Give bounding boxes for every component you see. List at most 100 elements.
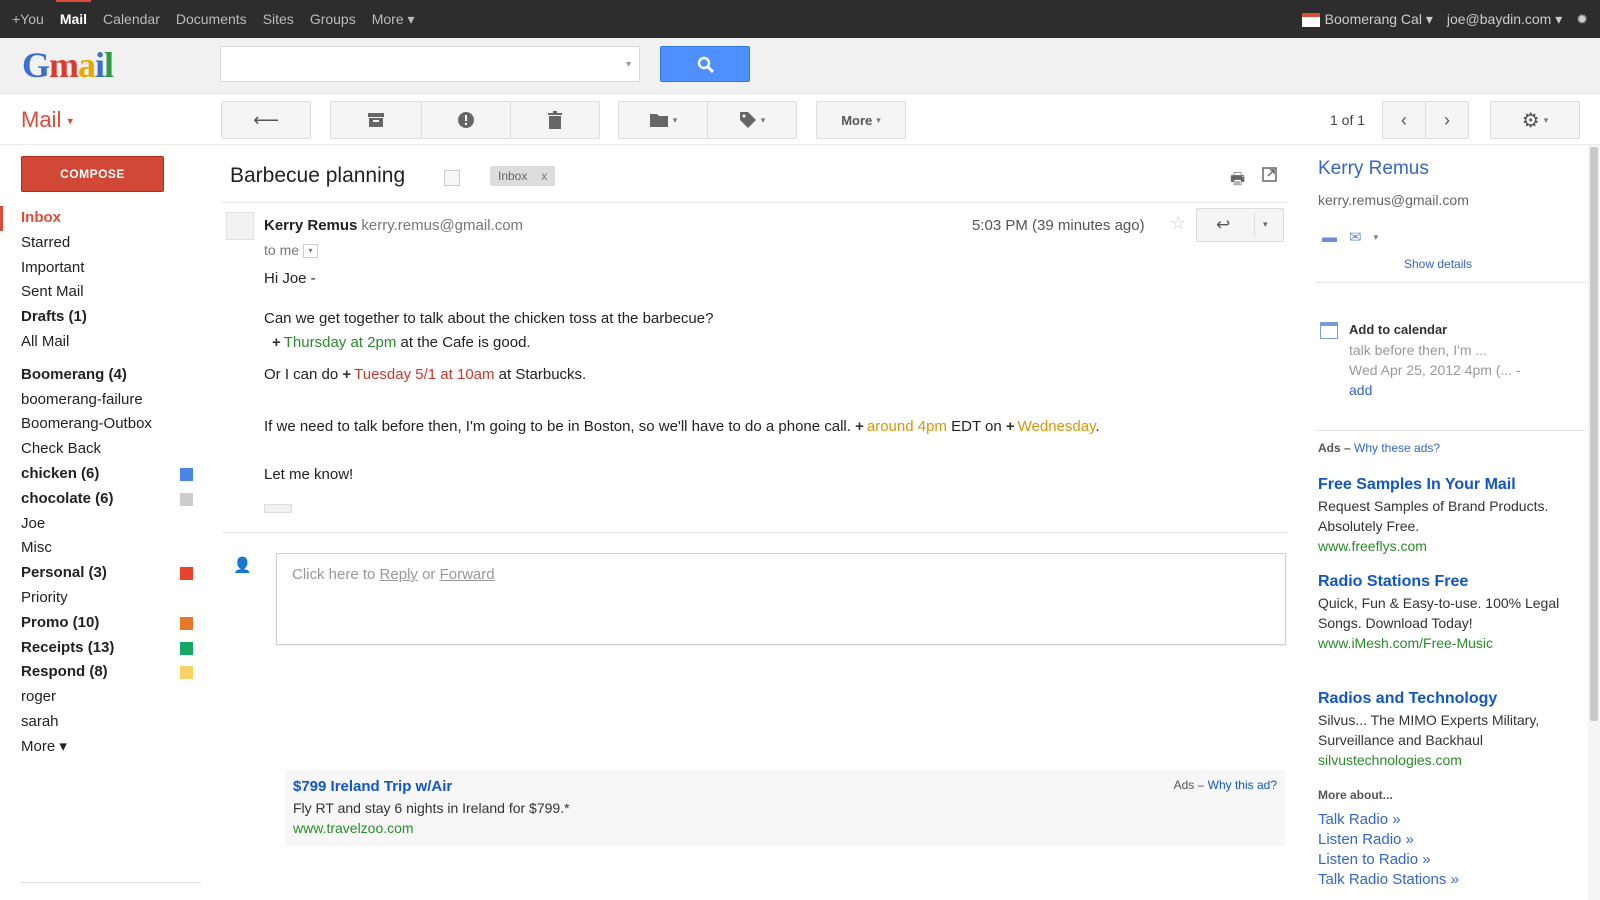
nav-calendar[interactable]: Calendar bbox=[103, 11, 160, 27]
account-menu[interactable]: joe@baydin.com ▾ bbox=[1447, 11, 1562, 28]
label-color-swatch[interactable] bbox=[180, 641, 193, 655]
label-color-swatch[interactable] bbox=[180, 666, 193, 680]
chat-icon[interactable]: ▬ bbox=[1322, 229, 1337, 246]
add-event-icon[interactable]: + bbox=[272, 334, 281, 351]
nav-sites[interactable]: Sites bbox=[263, 11, 294, 27]
labels-button[interactable]: ▾ bbox=[707, 101, 797, 139]
sidebar-item[interactable]: boomerang-failure bbox=[0, 388, 205, 413]
label-color-swatch[interactable] bbox=[180, 492, 193, 506]
related-link[interactable]: Talk Radio » bbox=[1318, 811, 1401, 828]
delete-button[interactable] bbox=[510, 101, 600, 139]
mail-switcher[interactable]: Mail ▾ bbox=[21, 107, 73, 133]
important-marker[interactable] bbox=[444, 170, 460, 186]
sidebar-item[interactable]: Misc bbox=[0, 536, 205, 561]
sidebar-item[interactable]: Starred bbox=[0, 231, 205, 256]
scrollbar-thumb[interactable] bbox=[1590, 147, 1598, 721]
ad-url[interactable]: www.iMesh.com/Free-Music bbox=[1318, 633, 1588, 653]
ad-url[interactable]: www.travelzoo.com bbox=[293, 820, 414, 836]
add-event-icon[interactable]: + bbox=[1006, 418, 1015, 435]
label-color-swatch[interactable] bbox=[180, 567, 193, 581]
chevron-down-icon[interactable]: ▾ bbox=[1374, 232, 1379, 243]
add-event-icon[interactable]: + bbox=[342, 366, 351, 383]
ad-title[interactable]: Radio Stations Free bbox=[1318, 573, 1588, 591]
boomerang-calendar-menu[interactable]: Boomerang Cal ▾ bbox=[1301, 11, 1433, 28]
search-options-icon[interactable]: ▾ bbox=[626, 59, 631, 70]
contact-name[interactable]: Kerry Remus bbox=[1318, 158, 1429, 180]
reply-box[interactable]: Click here to Reply or Forward bbox=[276, 553, 1286, 645]
related-link[interactable]: Talk Radio Stations » bbox=[1318, 871, 1459, 888]
more-actions-button[interactable]: More ▾ bbox=[816, 101, 906, 139]
new-window-icon[interactable] bbox=[1262, 167, 1277, 185]
ad-title[interactable]: Free Samples In Your Mail bbox=[1318, 476, 1588, 494]
forward-link[interactable]: Forward bbox=[440, 566, 495, 583]
ad-title[interactable]: $799 Ireland Trip w/Air bbox=[293, 778, 452, 795]
back-button[interactable]: ⟵ bbox=[221, 101, 311, 139]
reply-button[interactable]: ↩ ▾ bbox=[1196, 208, 1284, 242]
sidebar-item[interactable]: chocolate (6) bbox=[0, 487, 205, 512]
sidebar-item[interactable]: Drafts (1) bbox=[0, 305, 205, 330]
related-link[interactable]: Listen Radio » bbox=[1318, 831, 1414, 848]
sidebar-item[interactable]: Boomerang-Outbox bbox=[0, 412, 205, 437]
sidebar-item[interactable]: Joe bbox=[0, 512, 205, 537]
message-divider bbox=[222, 532, 1287, 533]
sidebar-item[interactable]: All Mail bbox=[0, 330, 205, 355]
show-details-dropdown[interactable]: ▾ bbox=[303, 244, 319, 259]
add-event-icon[interactable]: + bbox=[855, 418, 864, 435]
settings-button[interactable]: ⚙ ▾ bbox=[1490, 101, 1580, 139]
email-icon[interactable]: ✉ bbox=[1349, 228, 1362, 246]
move-to-button[interactable]: ▾ bbox=[618, 101, 708, 139]
gear-icon[interactable]: ✹ bbox=[1576, 11, 1588, 28]
sender-name[interactable]: Kerry Remus bbox=[264, 217, 357, 234]
sidebar-item[interactable]: Boomerang (4) bbox=[0, 363, 205, 388]
sidebar-item[interactable]: Priority bbox=[0, 586, 205, 611]
nav-documents[interactable]: Documents bbox=[176, 11, 247, 27]
search-button[interactable] bbox=[660, 46, 750, 82]
why-these-ads-link[interactable]: Why these ads? bbox=[1354, 441, 1440, 455]
newer-button[interactable]: ‹ bbox=[1382, 101, 1426, 139]
detected-day[interactable]: Wednesday bbox=[1018, 418, 1096, 435]
ad-title[interactable]: Radios and Technology bbox=[1318, 690, 1588, 708]
sidebar-item[interactable]: More ▾ bbox=[0, 735, 205, 760]
related-link[interactable]: Listen to Radio » bbox=[1318, 851, 1431, 868]
print-icon[interactable]: 🖶 bbox=[1230, 168, 1245, 195]
sidebar-item[interactable]: Sent Mail bbox=[0, 280, 205, 305]
sidebar-item[interactable]: Promo (10) bbox=[0, 611, 205, 636]
inbox-label-chip: Inbox x bbox=[490, 166, 556, 186]
show-trimmed-content-button[interactable] bbox=[264, 504, 292, 513]
gmail-logo[interactable]: Gmail bbox=[22, 44, 114, 86]
label-color-swatch[interactable] bbox=[180, 467, 193, 481]
ad-url[interactable]: www.freeflys.com bbox=[1318, 536, 1588, 556]
sidebar-item[interactable]: Inbox bbox=[0, 206, 205, 231]
nav-mail[interactable]: Mail bbox=[55, 0, 92, 27]
sidebar-item[interactable]: Personal (3) bbox=[0, 561, 205, 586]
older-button[interactable]: › bbox=[1425, 101, 1469, 139]
sidebar-item[interactable]: sarah bbox=[0, 710, 205, 735]
add-event-link[interactable]: add bbox=[1349, 382, 1372, 398]
nav-you[interactable]: +You bbox=[12, 11, 44, 27]
search-input[interactable] bbox=[221, 47, 639, 81]
star-icon[interactable]: ☆ bbox=[1170, 213, 1186, 234]
sidebar-item[interactable]: chicken (6) bbox=[0, 462, 205, 487]
nav-more[interactable]: More ▾ bbox=[372, 11, 415, 28]
compose-button[interactable]: COMPOSE bbox=[21, 156, 164, 192]
sidebar-item[interactable]: Receipts (13) bbox=[0, 636, 205, 661]
remove-label-icon[interactable]: x bbox=[541, 169, 547, 183]
sidebar-item[interactable]: Check Back bbox=[0, 437, 205, 462]
ad-url[interactable]: silvustechnologies.com bbox=[1318, 750, 1588, 770]
detected-time[interactable]: around 4pm bbox=[867, 418, 947, 435]
sidebar-item[interactable]: roger bbox=[0, 685, 205, 710]
more-reply-options-icon[interactable]: ▾ bbox=[1263, 219, 1268, 230]
sidebar: Inbox Starred Important Sent Mail Drafts (1)… bbox=[0, 206, 205, 760]
reply-link[interactable]: Reply bbox=[380, 566, 418, 583]
detected-date[interactable]: Tuesday 5/1 at 10am bbox=[354, 366, 494, 383]
report-spam-button[interactable] bbox=[421, 101, 511, 139]
sidebar-item[interactable]: Respond (8) bbox=[0, 660, 205, 685]
why-this-ad-link[interactable]: Why this ad? bbox=[1208, 778, 1277, 792]
scrollbar[interactable] bbox=[1588, 145, 1600, 900]
detected-date[interactable]: Thursday at 2pm bbox=[284, 334, 397, 351]
sidebar-item[interactable]: Important bbox=[0, 256, 205, 281]
nav-groups[interactable]: Groups bbox=[310, 11, 356, 27]
label-color-swatch[interactable] bbox=[180, 616, 193, 630]
show-details-link[interactable]: Show details bbox=[1404, 257, 1472, 271]
archive-button[interactable] bbox=[330, 101, 422, 139]
